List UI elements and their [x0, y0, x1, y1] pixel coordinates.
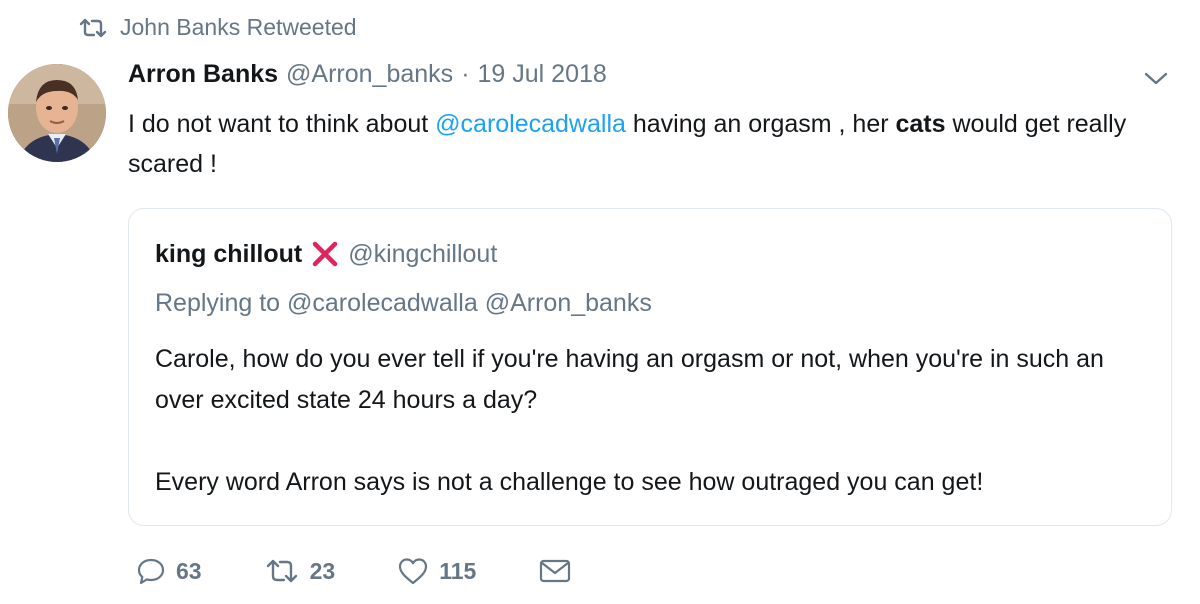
quoted-author-name: king chillout: [155, 239, 303, 268]
like-button[interactable]: 115: [397, 556, 476, 586]
reply-count: 63: [176, 557, 202, 584]
retweet-header: John Banks Retweeted: [78, 14, 357, 41]
quoted-tweet-text: Carole, how do you ever tell if you're h…: [155, 339, 1155, 503]
red-cross-icon: [312, 241, 338, 267]
separator-dot: ·: [461, 60, 470, 88]
tweet-text-part: I do not want to think about: [128, 110, 436, 138]
quoted-tweet[interactable]: king chillout @kingchillout Replying to …: [128, 208, 1172, 526]
heart-icon: [399, 558, 428, 585]
bold-word: cats: [895, 110, 946, 138]
retweeted-by-text[interactable]: John Banks Retweeted: [120, 14, 357, 41]
author-handle[interactable]: @Arron_banks: [286, 60, 453, 89]
tweet-date[interactable]: 19 Jul 2018: [478, 60, 607, 89]
author-name[interactable]: Arron Banks: [128, 60, 278, 89]
tweet-text-part: having an orgasm , her: [625, 110, 896, 138]
reply-icon: [137, 558, 165, 585]
retweet-icon: [79, 18, 107, 37]
retweet-button[interactable]: 23: [264, 557, 336, 585]
tweet-text: I do not want to think about @carolecadw…: [128, 104, 1188, 184]
mention-link[interactable]: @carolecadwalla: [435, 110, 626, 138]
quoted-author-handle: @kingchillout: [348, 239, 498, 268]
quoted-paragraph: Carole, how do you ever tell if you're h…: [155, 345, 1104, 414]
tweet-actions: 63 23 115: [136, 556, 634, 586]
quoted-tweet-header: king chillout @kingchillout: [155, 239, 497, 269]
retweet-icon: [266, 559, 297, 583]
chevron-down-icon[interactable]: [1142, 68, 1170, 88]
envelope-icon: [540, 559, 571, 583]
retweet-count: 23: [309, 557, 336, 584]
like-count: 115: [439, 557, 477, 584]
replying-to: Replying to @carolecadwalla @Arron_banks: [155, 289, 652, 317]
tweet-header: Arron Banks @Arron_banks · 19 Jul 2018: [128, 60, 607, 89]
quoted-paragraph: Every word Arron says is not a challenge…: [155, 468, 984, 496]
author-avatar[interactable]: [8, 64, 106, 162]
direct-message-button[interactable]: [538, 558, 572, 584]
reply-button[interactable]: 63: [136, 556, 202, 586]
